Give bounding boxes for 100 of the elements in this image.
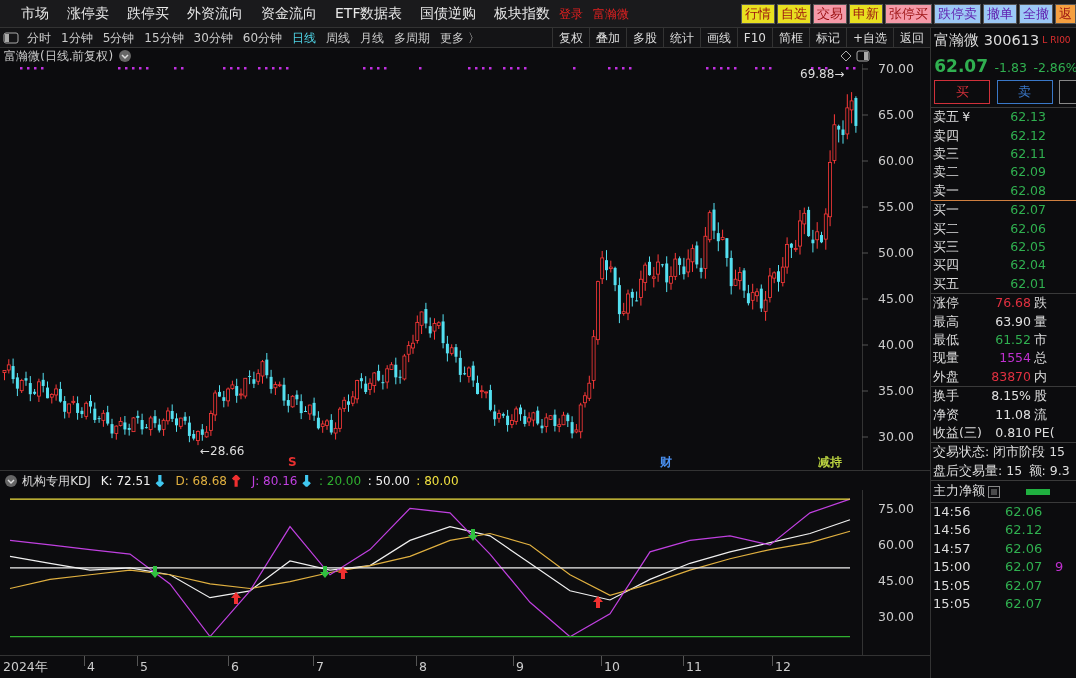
period-tab[interactable]: 更多 〉 bbox=[435, 28, 485, 47]
stat-label: 市 bbox=[1034, 330, 1048, 349]
list-icon[interactable] bbox=[988, 485, 1001, 498]
period-tab[interactable]: 5分钟 bbox=[97, 28, 140, 47]
stat-value: 8.15% bbox=[990, 387, 1031, 406]
toolbar-button[interactable]: 叠加 bbox=[588, 27, 626, 48]
menu-item[interactable]: 外资流向 bbox=[178, 3, 252, 24]
indicator-value: K: 72.51 bbox=[100, 472, 151, 490]
trend-arrow-icon: ↓ bbox=[300, 473, 313, 488]
alert-text[interactable]: 富瀚微 bbox=[593, 4, 630, 23]
book-price: 62.12 bbox=[1010, 126, 1046, 145]
trade-button[interactable]: 买 bbox=[934, 80, 991, 104]
toolbar-button[interactable]: 返回 bbox=[893, 27, 930, 48]
menu-button[interactable]: 自选 bbox=[777, 3, 811, 24]
toolbar-button[interactable]: 复权 bbox=[551, 27, 589, 48]
menu-item[interactable]: 板块指数 bbox=[485, 3, 560, 24]
status-text: 额: 9.3 bbox=[1028, 461, 1070, 480]
menu-item[interactable]: 跌停买 bbox=[118, 3, 178, 24]
flag-label: L bbox=[1042, 34, 1048, 48]
menu-button[interactable]: 交易 bbox=[813, 3, 847, 24]
level-value: : 20.00 bbox=[318, 472, 362, 490]
tick-time: 15:05 bbox=[933, 576, 972, 595]
price-axis-label: 50.00 bbox=[878, 245, 914, 260]
period-tab[interactable]: 1分钟 bbox=[56, 28, 98, 47]
book-label: 卖二 bbox=[933, 163, 959, 182]
tick-time: 15:00 bbox=[933, 558, 972, 577]
toolbar-button[interactable]: 多股 bbox=[625, 27, 663, 48]
event-marker: S bbox=[288, 455, 297, 469]
menu-button[interactable]: 张停买 bbox=[885, 3, 932, 24]
book-label: 卖三 bbox=[933, 145, 959, 164]
trend-arrow-icon: ↓ bbox=[154, 473, 166, 488]
stat-label: 现量 bbox=[933, 349, 960, 368]
period-tab[interactable]: 日线 bbox=[287, 28, 322, 47]
menu-item[interactable]: 市场 bbox=[12, 3, 58, 24]
indicator-value: D: 68.68 bbox=[175, 472, 227, 490]
menu-item[interactable]: 涨停卖 bbox=[58, 3, 118, 24]
tick-price: 62.12 bbox=[1005, 521, 1044, 540]
menu-button[interactable]: 全撤 bbox=[1019, 3, 1053, 24]
status-text: 交易状态: 闭市阶段 15 bbox=[933, 443, 1066, 462]
date-axis-label: 8 bbox=[419, 659, 427, 674]
toolbar-button[interactable]: 统计 bbox=[662, 27, 700, 48]
tick-volume: 9 bbox=[1055, 558, 1064, 577]
menu-button[interactable]: 撤单 bbox=[983, 3, 1017, 24]
stat-value: 63.90 bbox=[994, 312, 1031, 331]
panel-toggle-icon[interactable] bbox=[856, 50, 870, 62]
period-tab[interactable]: 30分钟 bbox=[188, 28, 238, 47]
menu-button[interactable]: 申新 bbox=[849, 3, 883, 24]
flag-label: RI00 bbox=[1050, 34, 1071, 48]
price-axis-label: 40.00 bbox=[878, 337, 914, 352]
high-price-label: 69.88→ bbox=[800, 67, 845, 81]
toolbar-button[interactable]: F10 bbox=[736, 27, 772, 48]
date-axis-label: 10 bbox=[604, 659, 620, 674]
book-price: 62.13 bbox=[1010, 108, 1046, 127]
stat-label: 流 bbox=[1034, 405, 1048, 424]
stat-value: 83870 bbox=[990, 367, 1031, 386]
diamond-icon[interactable] bbox=[840, 50, 852, 62]
stat-value: 76.68 bbox=[994, 294, 1031, 313]
toolbar-button[interactable]: +自选 bbox=[845, 27, 893, 48]
book-price: 62.08 bbox=[1010, 181, 1046, 200]
toolbar-button[interactable]: 简框 bbox=[771, 27, 809, 48]
period-tab[interactable]: 多周期 bbox=[389, 28, 436, 47]
book-price: 62.07 bbox=[1010, 201, 1046, 220]
menu-button[interactable]: 行情 bbox=[741, 3, 775, 24]
menu-button[interactable]: 跌停卖 bbox=[934, 3, 981, 24]
menu-item[interactable]: 国债逆购 bbox=[411, 3, 486, 24]
book-price: 62.05 bbox=[1010, 238, 1046, 256]
period-tab[interactable]: 月线 bbox=[355, 28, 390, 47]
date-axis-label: 5 bbox=[140, 659, 148, 674]
menu-item[interactable]: ETF数据表 bbox=[326, 3, 412, 24]
trade-button[interactable]: 卖 bbox=[996, 80, 1053, 104]
book-label: 买三 bbox=[933, 238, 959, 256]
book-price: 62.01 bbox=[1010, 274, 1046, 293]
date-axis-label: 2024年 bbox=[3, 659, 48, 674]
low-price-label: ←28.66 bbox=[200, 444, 245, 458]
date-axis-label: 6 bbox=[231, 659, 239, 674]
period-tab[interactable]: 周线 bbox=[321, 28, 356, 47]
chart-title: 富瀚微(日线.前复权) bbox=[4, 48, 114, 65]
toolbar-button[interactable]: 画线 bbox=[699, 27, 737, 48]
period-tab[interactable]: 60分钟 bbox=[237, 28, 288, 47]
period-tab[interactable]: 分时 bbox=[22, 28, 56, 47]
level-value: : 80.00 bbox=[416, 472, 459, 490]
menu-item[interactable]: 资金流向 bbox=[252, 3, 326, 24]
panel-toggle-icon[interactable] bbox=[0, 30, 22, 45]
book-label: 卖四 bbox=[933, 126, 959, 145]
price-axis-label: 60.00 bbox=[878, 153, 914, 168]
chevron-down-icon[interactable] bbox=[117, 49, 134, 63]
date-axis-label: 7 bbox=[316, 659, 324, 674]
alert-text[interactable]: 登录 bbox=[559, 4, 584, 23]
stat-label: 换手 bbox=[933, 387, 960, 406]
price-change: -1.83 bbox=[994, 59, 1027, 77]
book-label: 买一 bbox=[933, 201, 959, 220]
tick-time: 14:57 bbox=[933, 539, 972, 558]
date-axis-label: 12 bbox=[775, 659, 791, 674]
period-tab[interactable]: 15分钟 bbox=[139, 28, 189, 47]
book-label: 买五 bbox=[933, 274, 959, 293]
toolbar-button[interactable]: 标记 bbox=[808, 27, 846, 48]
chevron-down-icon[interactable] bbox=[3, 473, 19, 488]
book-label: 买二 bbox=[933, 219, 959, 238]
menu-button[interactable]: 返 bbox=[1055, 3, 1076, 24]
stat-label: 股 bbox=[1034, 387, 1048, 406]
